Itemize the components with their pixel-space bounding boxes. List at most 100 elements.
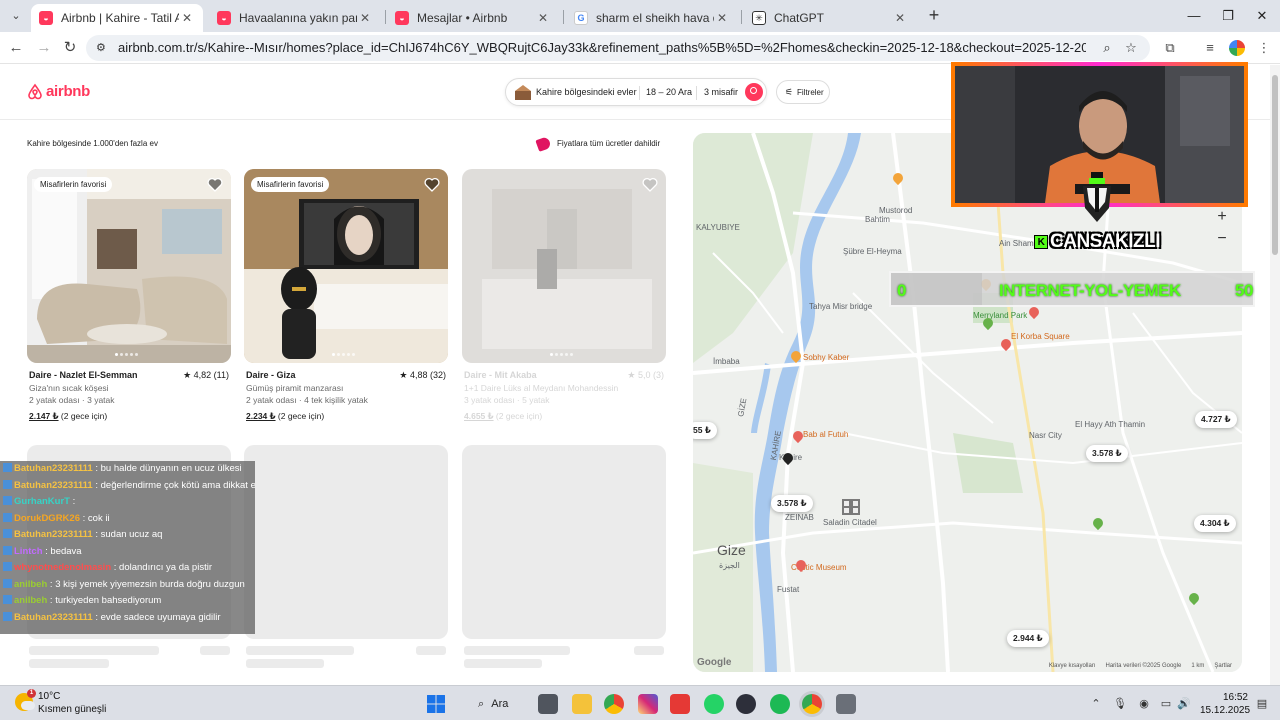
profile-avatar[interactable] bbox=[1229, 40, 1245, 56]
map-price-pin[interactable]: 3.578 ₺ bbox=[771, 495, 813, 512]
bookmark-star-icon[interactable]: ☆ bbox=[1122, 39, 1140, 57]
listing-photo[interactable]: Misafirlerin favorisi bbox=[244, 169, 448, 363]
zoom-out-icon[interactable]: − bbox=[1209, 228, 1235, 250]
price-period: (2 gece için) bbox=[58, 411, 108, 421]
network-icon[interactable]: ▭ bbox=[1158, 696, 1174, 712]
instagram-icon[interactable] bbox=[638, 694, 658, 714]
filters-button[interactable]: ⚟ Filtreler bbox=[776, 80, 830, 104]
search-button-icon[interactable] bbox=[745, 83, 763, 101]
map-price-pin[interactable]: 3.578 ₺ bbox=[1086, 445, 1128, 462]
chat-username: DorukDGRK26 bbox=[14, 512, 80, 524]
search-location[interactable]: Kahire bölgesindeki evler bbox=[536, 87, 637, 97]
heart-icon[interactable] bbox=[207, 177, 223, 192]
weather-condition[interactable]: Kısmen güneşli bbox=[38, 704, 106, 715]
chrome-active-icon[interactable] bbox=[802, 694, 822, 714]
listing-price[interactable]: 2.234 ₺ (2 gece için) bbox=[246, 411, 324, 422]
taskbar-search[interactable]: ⌕ Ara bbox=[470, 694, 530, 714]
new-tab-plus-icon[interactable]: + bbox=[924, 6, 944, 26]
listing-photo[interactable] bbox=[462, 169, 666, 363]
listing-card[interactable]: Misafirlerin favorisi Daire - Giza ★ 4,8… bbox=[244, 169, 448, 421]
close-window-icon[interactable]: ✕ bbox=[1252, 6, 1272, 26]
spotify-icon[interactable] bbox=[770, 694, 790, 714]
close-tab-icon[interactable]: ✕ bbox=[892, 11, 908, 25]
search-guests[interactable]: 3 misafir bbox=[704, 87, 738, 97]
map-price-pin[interactable]: 4.727 ₺ bbox=[1195, 411, 1237, 428]
bedroom-photo bbox=[462, 169, 666, 363]
volume-icon[interactable]: 🔊 bbox=[1176, 696, 1192, 712]
tab-airbnb-kahire[interactable]: ◒ Airbnb | Kahire - Tatil Amaçlı Kiralık… bbox=[31, 4, 203, 32]
tray-overflow-icon[interactable]: ⌃ bbox=[1088, 696, 1104, 712]
search-icon: ⌕ bbox=[478, 698, 485, 710]
streamer-name: K CANSAKIZLI bbox=[1034, 231, 1161, 253]
restore-icon[interactable]: ❐ bbox=[1218, 6, 1238, 26]
chat-separator: : bbox=[47, 578, 56, 590]
site-info-icon[interactable]: ⚙ bbox=[96, 41, 110, 55]
price-note-text: Fiyatlara tüm ücretler dahildir bbox=[557, 139, 661, 148]
results-count: Kahire bölgesinde 1.000'den fazla ev bbox=[27, 139, 158, 148]
chat-separator: : bbox=[80, 512, 88, 524]
system-clock[interactable]: 16:52 15.12.2025 bbox=[1200, 691, 1250, 717]
search-dates[interactable]: 18 – 20 Ara bbox=[646, 87, 692, 97]
steam-icon[interactable] bbox=[736, 694, 756, 714]
whatsapp-icon[interactable] bbox=[704, 694, 724, 714]
heart-icon[interactable] bbox=[424, 177, 440, 192]
media-queue-icon[interactable]: ≡ bbox=[1200, 38, 1220, 58]
tab-chatgpt[interactable]: ✳ ChatGPT ✕ bbox=[744, 4, 916, 32]
windows-start-icon[interactable] bbox=[426, 694, 446, 714]
zoom-in-icon[interactable]: + bbox=[1209, 206, 1235, 228]
page-scrollbar[interactable] bbox=[1270, 65, 1280, 685]
divider bbox=[696, 86, 697, 100]
map-price-pin[interactable]: 4.304 ₺ bbox=[1194, 515, 1236, 532]
tab-google-hava[interactable]: G sharm el sheikh hava durumu - Google ✕ bbox=[566, 4, 738, 32]
keyboard-shortcuts-link[interactable]: Klavye kısayolları bbox=[1049, 663, 1096, 669]
tab-mesajlar[interactable]: ◒ Mesajlar • Airbnb ✕ bbox=[387, 4, 559, 32]
task-view-icon[interactable] bbox=[538, 694, 558, 714]
app-red-icon[interactable] bbox=[670, 694, 690, 714]
file-explorer-icon[interactable] bbox=[572, 694, 592, 714]
address-bar[interactable]: ⚙ airbnb.com.tr/s/Kahire--Mısır/homes?pl… bbox=[86, 35, 1150, 61]
map-price-pin[interactable]: 2.944 ₺ bbox=[1007, 630, 1049, 647]
close-tab-icon[interactable]: ✕ bbox=[535, 11, 551, 25]
minimize-icon[interactable]: — bbox=[1184, 6, 1204, 26]
listing-title[interactable]: Daire - Mit Akaba bbox=[464, 370, 537, 380]
close-tab-icon[interactable]: ✕ bbox=[179, 11, 195, 25]
close-tab-icon[interactable]: ✕ bbox=[714, 11, 730, 25]
airbnb-logo[interactable]: airbnb bbox=[27, 83, 90, 100]
chrome-icon[interactable] bbox=[604, 694, 624, 714]
kebab-menu-icon[interactable]: ⋮ bbox=[1254, 38, 1274, 58]
listing-card[interactable]: Daire - Mit Akaba ★ 5,0 (3) 1+1 Daire Lü… bbox=[462, 169, 666, 421]
map-label: Şübre El-Heyma bbox=[843, 247, 902, 256]
listing-title[interactable]: Daire - Nazlet El-Semman bbox=[29, 370, 138, 380]
listing-card[interactable]: Misafirlerin favorisi Daire - Nazlet El-… bbox=[27, 169, 231, 421]
listing-price[interactable]: 4.655 ₺ (2 gece için) bbox=[464, 411, 542, 422]
close-tab-icon[interactable]: ✕ bbox=[357, 11, 373, 25]
map-label: الجيزة bbox=[719, 561, 740, 570]
scrollbar-thumb[interactable] bbox=[1272, 75, 1278, 255]
streamer-name-text: CANSAKIZLI bbox=[1050, 231, 1161, 252]
microphone-icon[interactable]: 🎙 bbox=[1112, 696, 1128, 712]
extensions-puzzle-icon[interactable]: ⧉ bbox=[1160, 38, 1180, 58]
listing-price[interactable]: 2.147 ₺ (2 gece için) bbox=[29, 411, 107, 422]
back-arrow-icon[interactable]: ← bbox=[6, 38, 26, 58]
listing-title[interactable]: Daire - Giza bbox=[246, 370, 296, 380]
skeleton-line bbox=[29, 646, 159, 655]
map-price-pin[interactable]: 55 ₺ bbox=[693, 422, 717, 439]
tab-havaalani[interactable]: ◒ Havaalanına yakın panoramik manzaralı … bbox=[209, 4, 381, 32]
forward-arrow-icon[interactable]: → bbox=[34, 38, 54, 58]
tab-search-chevron-icon[interactable]: ⌄ bbox=[6, 6, 26, 26]
url-text[interactable]: airbnb.com.tr/s/Kahire--Mısır/homes?plac… bbox=[118, 40, 1086, 55]
reload-icon[interactable]: ↻ bbox=[60, 38, 80, 58]
terms-link[interactable]: Şartlar bbox=[1214, 663, 1232, 669]
weather-temp[interactable]: 10°C bbox=[38, 691, 60, 702]
zoom-search-icon[interactable]: ⌕ bbox=[1098, 39, 1116, 57]
listing-photo[interactable]: Misafirlerin favorisi bbox=[27, 169, 231, 363]
logo-wordmark: airbnb bbox=[46, 83, 91, 100]
calculator-icon[interactable] bbox=[836, 694, 856, 714]
heart-icon[interactable] bbox=[642, 177, 658, 192]
listing-rating: ★ 4,82 (11) bbox=[183, 370, 229, 380]
location-icon[interactable]: ◉ bbox=[1136, 696, 1152, 712]
search-bar[interactable]: Kahire bölgesindeki evler 18 – 20 Ara 3 … bbox=[505, 78, 767, 106]
map-view[interactable]: Mustorod Bahtim KALYUBIYE Şübre El-Heyma… bbox=[693, 133, 1242, 672]
price-amount: 2.234 ₺ bbox=[246, 411, 276, 421]
notifications-icon[interactable]: ▤ bbox=[1254, 696, 1270, 712]
